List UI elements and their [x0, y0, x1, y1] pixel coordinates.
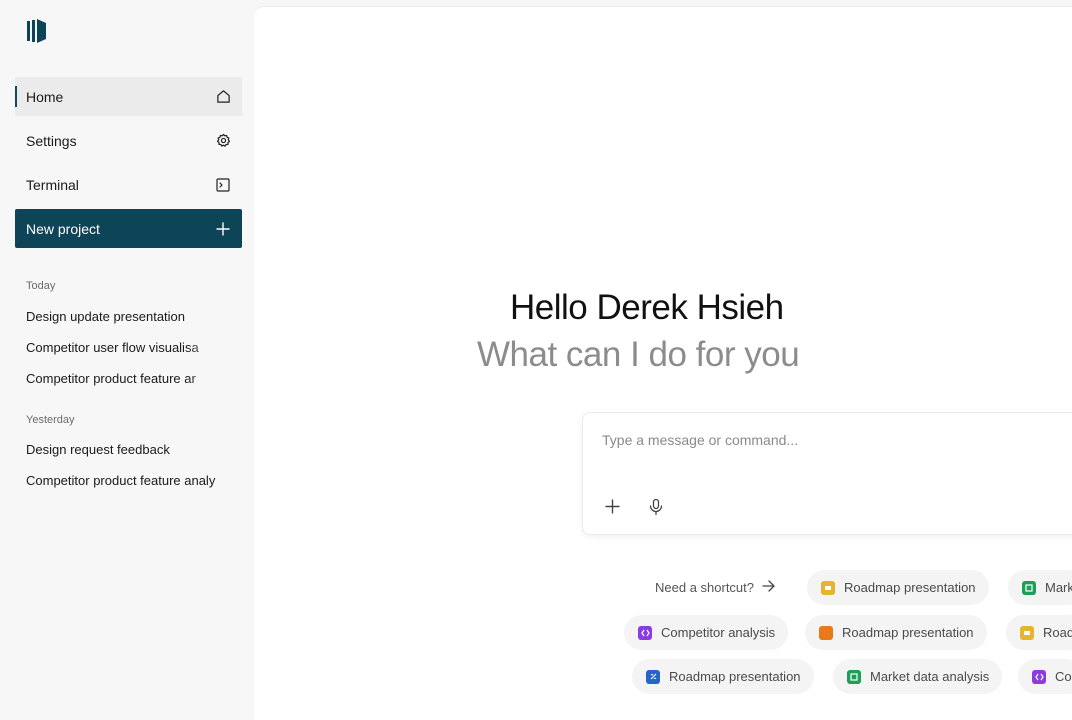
- link-file-icon: [646, 669, 660, 684]
- section-label-yesterday: Yesterday: [26, 414, 75, 426]
- slides-file-icon: [821, 580, 835, 595]
- shortcut-label: Need a shortcut?: [655, 580, 755, 595]
- home-icon: [215, 89, 231, 105]
- chip-label: Mark: [1045, 580, 1072, 595]
- history-item[interactable]: Design update presentation: [26, 309, 232, 324]
- sidebar-nav: Home Settings Terminal New project: [15, 77, 242, 253]
- history-item[interactable]: Competitor user flow visualisa: [26, 340, 232, 355]
- sidebar-item-label: Home: [26, 88, 64, 105]
- chip-label: Co: [1055, 669, 1072, 684]
- slides-file-icon: [1020, 625, 1034, 640]
- sidebar-item-home[interactable]: Home: [15, 77, 242, 116]
- history-item[interactable]: Design request feedback: [26, 442, 232, 457]
- app-window: Home Settings Terminal New project Today…: [0, 0, 1072, 720]
- chip-label: Competitor analysis: [661, 625, 776, 640]
- attach-button[interactable]: [600, 497, 624, 521]
- chip-label: Market data analysis: [870, 669, 990, 684]
- voice-button[interactable]: [644, 497, 668, 521]
- gear-icon: [215, 133, 231, 149]
- chip-label: Roadmap presentation: [842, 625, 974, 640]
- sidebar-item-label: Terminal: [26, 176, 79, 193]
- greeting-title: Hello Derek Hsieh: [510, 288, 784, 327]
- sidebar-item-terminal[interactable]: Terminal: [15, 165, 242, 204]
- terminal-icon: [215, 177, 231, 193]
- shortcut-chip[interactable]: Roadmap presentation: [805, 615, 987, 650]
- code-file-icon: [638, 625, 652, 640]
- new-project-label: New project: [26, 220, 100, 237]
- shortcut-chip[interactable]: Market data analysis: [833, 659, 1003, 694]
- shortcut-chip[interactable]: Mark: [1008, 570, 1072, 605]
- history-item[interactable]: Competitor product feature ar: [26, 371, 232, 386]
- shortcut-prompt[interactable]: Need a shortcut?: [655, 580, 775, 595]
- chip-label: Roadmap presentation: [844, 580, 976, 595]
- plus-icon: [604, 499, 620, 519]
- greeting-subtitle: What can I do for you: [477, 335, 800, 374]
- shortcut-chip[interactable]: Road: [1006, 615, 1072, 650]
- chip-label: Roadmap presentation: [669, 669, 801, 684]
- message-input[interactable]: [600, 431, 1064, 449]
- shortcut-chip[interactable]: Roadmap presentation: [807, 570, 989, 605]
- doc-file-icon: [819, 625, 833, 640]
- sidebar-item-settings[interactable]: Settings: [15, 121, 242, 160]
- shortcut-chip[interactable]: Competitor analysis: [624, 615, 789, 650]
- chip-label: Road: [1043, 625, 1072, 640]
- section-label-today: Today: [26, 280, 56, 292]
- sidebar: Home Settings Terminal New project Today…: [0, 0, 254, 720]
- code-file-icon: [1032, 669, 1046, 684]
- sheet-file-icon: [847, 669, 861, 684]
- shortcut-chip[interactable]: Co: [1018, 659, 1072, 694]
- app-logo-icon[interactable]: [27, 18, 47, 44]
- history-item[interactable]: Competitor product feature analy: [26, 473, 232, 488]
- new-project-button[interactable]: New project: [15, 209, 242, 248]
- arrow-right-icon: [762, 580, 775, 595]
- shortcut-chip[interactable]: Roadmap presentation: [632, 659, 814, 694]
- plus-icon: [215, 221, 231, 237]
- message-composer: [582, 412, 1072, 535]
- sheet-file-icon: [1022, 580, 1036, 595]
- microphone-icon: [648, 498, 664, 521]
- sidebar-item-label: Settings: [26, 132, 77, 149]
